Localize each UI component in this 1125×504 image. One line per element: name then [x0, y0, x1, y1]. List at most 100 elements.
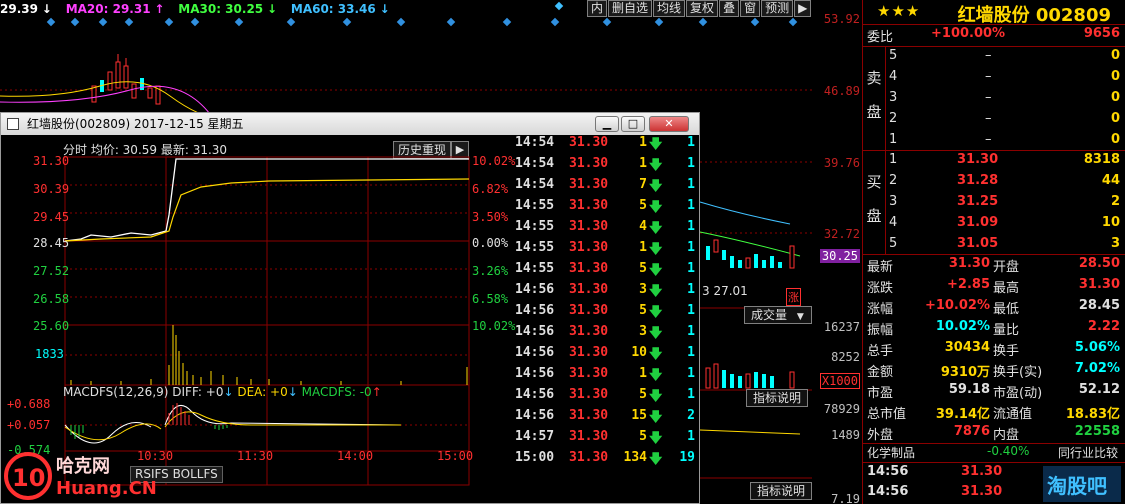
- trade-time: 14:56: [515, 303, 555, 318]
- quote-stat-row: 总市值 39.14亿 流通值 18.83亿: [863, 403, 1125, 424]
- down-arrow-icon: 🡇: [649, 284, 663, 299]
- trade-count: 1: [687, 345, 695, 360]
- quote-stat-row: 涨幅 +10.02% 最低 28.45: [863, 298, 1125, 319]
- trade-time: 14:55: [515, 198, 555, 213]
- trade-row: 14:55 31.30 1 🡇 1: [509, 240, 699, 261]
- stat-label: 最低: [993, 302, 1020, 317]
- toolbar-inner-button[interactable]: 内: [587, 0, 608, 17]
- level-price: –: [985, 132, 992, 147]
- stat-label: 金额: [867, 365, 894, 380]
- indicator-help-button-2[interactable]: 指标说明: [750, 482, 813, 500]
- trade-count: 1: [687, 156, 695, 171]
- trade-volume: 5: [639, 303, 647, 318]
- trade-row: 14:54 31.30 1 🡇 1: [509, 156, 699, 177]
- minimize-icon[interactable]: ▁: [595, 116, 619, 132]
- trade-price: 31.30: [569, 408, 609, 423]
- stat-value: 31.30: [948, 256, 990, 271]
- toolbar-ma-button[interactable]: 均线: [653, 0, 686, 17]
- stat-label: 最新: [867, 260, 894, 275]
- down-arrow-icon: 🡇: [649, 200, 663, 215]
- buy-level-row[interactable]: 2 31.28 44: [863, 173, 1125, 194]
- toolbar-window-button[interactable]: 窗: [740, 0, 761, 17]
- trade-volume: 1: [639, 366, 647, 381]
- site-watermark-logo: 10 哈克网 Huang.CN: [0, 446, 160, 504]
- order-ratio-row: 委比 +100.00% 9656: [863, 26, 1125, 47]
- buy-level-row[interactable]: 1 31.30 8318: [863, 152, 1125, 173]
- trade-price: 31.30: [569, 135, 609, 150]
- toolbar-overlay-button[interactable]: 叠: [719, 0, 740, 17]
- stat-value: +2.85: [947, 277, 990, 292]
- intraday-pct-label: 6.58%: [472, 292, 509, 306]
- down-arrow-icon: 🡇: [649, 389, 663, 404]
- trade-price: 31.30: [569, 303, 609, 318]
- stat-value: 59.18: [948, 382, 990, 397]
- down-arrow-icon: 🡇: [649, 305, 663, 320]
- toolbar-remove-watchlist-button[interactable]: 删自选: [608, 0, 653, 17]
- recent-trade-time: 14:56: [867, 484, 909, 499]
- stat-value: 28.45: [1078, 298, 1120, 313]
- axis-label: 32.72: [823, 227, 860, 241]
- axis-label: 78929: [823, 402, 860, 416]
- down-arrow-icon: 🡇: [649, 158, 663, 173]
- level-price: –: [985, 111, 992, 126]
- trade-row: 14:56 31.30 15 🡇 2: [509, 408, 699, 429]
- peer-compare-button[interactable]: 同行业比较: [1058, 444, 1118, 461]
- trade-time: 14:56: [515, 366, 555, 381]
- intraday-axis-label: 28.45: [33, 236, 70, 250]
- tick-trades-list[interactable]: 14:54 31.30 1 🡇 1 14:54 31.30 1 🡇 1 14:54 31.30 7 🡇 1 1…: [509, 135, 699, 503]
- buy-level-row[interactable]: 5 31.05 3: [863, 236, 1125, 257]
- main-price-axis: 53.92 46.89 39.76 32.72 30.25 16237 8252…: [812, 0, 862, 504]
- level-number: 2: [889, 173, 898, 188]
- level-volume: 10: [1101, 215, 1120, 230]
- ma30-value: MA30: 30.25 ↓: [178, 2, 278, 16]
- stat-value: 7876: [953, 424, 990, 439]
- maximize-icon[interactable]: □: [621, 116, 645, 132]
- trade-volume: 134: [623, 450, 647, 465]
- stat-value: 18.83亿: [1065, 407, 1120, 422]
- stat-value: 22558: [1074, 424, 1120, 439]
- quote-stat-row: 总手 30434 换手 5.06%: [863, 340, 1125, 361]
- indicator-help-button-1[interactable]: 指标说明: [746, 389, 809, 407]
- axis-label: 8252: [831, 350, 860, 364]
- intraday-pct-label: 3.50%: [472, 210, 509, 224]
- stat-value: 9310万: [940, 365, 990, 380]
- trade-time: 14:56: [515, 387, 555, 402]
- trade-row: 14:56 31.30 5 🡇 1: [509, 387, 699, 408]
- sell-level-row[interactable]: 1 – 0: [863, 132, 1125, 153]
- sell-level-row[interactable]: 2 – 0: [863, 111, 1125, 132]
- trade-count: 1: [687, 387, 695, 402]
- trade-price: 31.30: [569, 387, 609, 402]
- trade-time: 14:55: [515, 219, 555, 234]
- order-ratio-label: 委比: [867, 30, 894, 45]
- buy-level-row[interactable]: 3 31.25 2: [863, 194, 1125, 215]
- sector-name[interactable]: 化学制品: [867, 444, 915, 461]
- stat-value: 5.06%: [1074, 340, 1120, 355]
- time-axis-label: 14:00: [337, 449, 374, 463]
- stat-label: 市盈(动): [993, 386, 1043, 401]
- trade-row: 14:54 31.30 7 🡇 1: [509, 177, 699, 198]
- stat-value: +10.02%: [924, 298, 990, 313]
- ma20-value: MA20: 29.31 ↑: [65, 2, 165, 16]
- order-ratio-diff: 9656: [1083, 26, 1120, 41]
- axis-label: 1489: [831, 428, 860, 442]
- volume-dropdown[interactable]: 成交量 ▼: [744, 306, 812, 324]
- down-arrow-icon: 🡇: [649, 137, 663, 152]
- level-volume: 0: [1110, 69, 1120, 84]
- close-icon[interactable]: ✕: [649, 116, 689, 132]
- trade-count: 2: [687, 408, 695, 423]
- trade-price: 31.30: [569, 345, 609, 360]
- sell-level-row[interactable]: 3 – 0: [863, 90, 1125, 111]
- trade-count: 1: [687, 219, 695, 234]
- toolbar-expand-icon[interactable]: ▶: [794, 0, 812, 17]
- sell-level-row[interactable]: 5 – 0: [863, 48, 1125, 69]
- trade-row: 14:55 31.30 5 🡇 1: [509, 261, 699, 282]
- toolbar-forecast-button[interactable]: 预测: [761, 0, 794, 17]
- toolbar-adjust-button[interactable]: 复权: [686, 0, 719, 17]
- trade-volume: 5: [639, 198, 647, 213]
- buy-level-row[interactable]: 4 31.09 10: [863, 215, 1125, 236]
- quote-stat-row: 金额 9310万 换手(实) 7.02%: [863, 361, 1125, 382]
- stat-label: 外盘: [867, 428, 894, 443]
- trade-time: 14:54: [515, 156, 555, 171]
- level-volume: 0: [1110, 48, 1120, 63]
- sell-level-row[interactable]: 4 – 0: [863, 69, 1125, 90]
